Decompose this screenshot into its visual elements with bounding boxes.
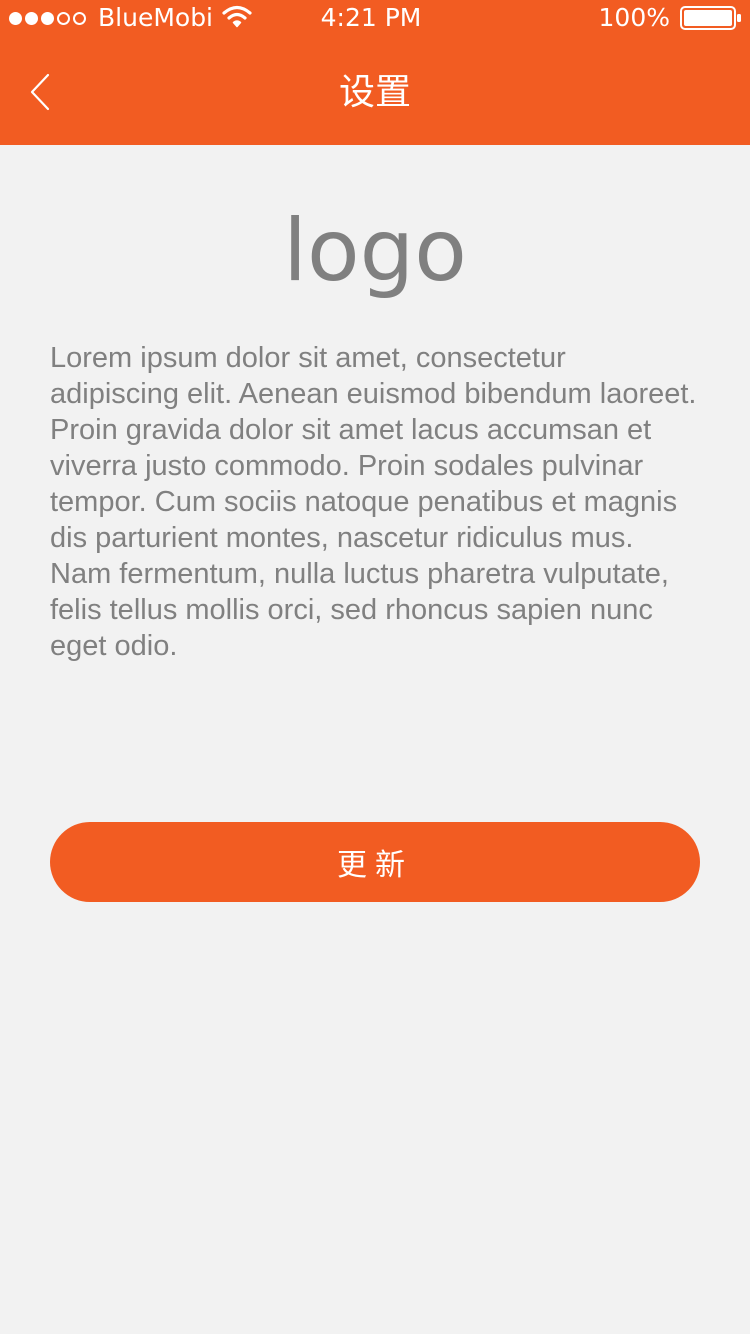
app-logo: logo xyxy=(283,201,467,301)
chevron-left-icon xyxy=(30,73,50,111)
battery-icon xyxy=(680,6,741,30)
back-button[interactable] xyxy=(18,62,62,122)
page-title: 设置 xyxy=(338,72,411,113)
navigation-bar: 设置 xyxy=(0,40,750,145)
status-bar: BlueMobi 4:21 PM 100% xyxy=(0,0,750,36)
update-button[interactable]: 更新 xyxy=(50,822,700,902)
battery-percentage: 100% xyxy=(598,3,670,32)
settings-screen: BlueMobi 4:21 PM 100% 设置 logo Lorem ipsu… xyxy=(0,0,750,1334)
top-bar: BlueMobi 4:21 PM 100% 设置 xyxy=(0,0,750,145)
description-text: Lorem ipsum dolor sit amet, consectetur … xyxy=(50,342,697,662)
